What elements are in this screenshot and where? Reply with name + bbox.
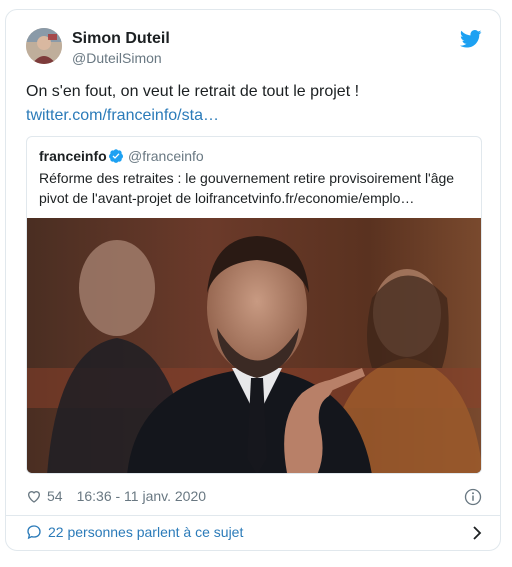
- avatar[interactable]: [26, 28, 62, 64]
- like-count[interactable]: 54: [47, 488, 63, 504]
- quoted-text: Réforme des retraites : le gouvernement …: [39, 170, 455, 206]
- author-name[interactable]: Simon Duteil: [72, 30, 170, 48]
- tweet-card: Simon Duteil @DuteilSimon On s'en fout, …: [5, 9, 501, 551]
- tweet-meta: 54 16:36 - 11 janv. 2020: [26, 488, 206, 504]
- tweet-body: On s'en fout, on veut le retrait de tout…: [26, 83, 360, 100]
- twitter-bird-icon[interactable]: [460, 30, 482, 48]
- speech-bubble-icon: [27, 525, 41, 540]
- quoted-author-name[interactable]: franceinfo: [39, 148, 107, 164]
- quoted-photo[interactable]: [27, 218, 481, 473]
- info-icon[interactable]: [464, 488, 482, 506]
- heart-icon[interactable]: [26, 488, 42, 504]
- conversation-label[interactable]: 22 personnes parlent à ce sujet: [48, 524, 243, 540]
- tweet-text: On s'en fout, on veut le retrait de tout…: [26, 80, 482, 128]
- divider: [6, 515, 500, 516]
- timestamp[interactable]: 16:36 - 11 janv. 2020: [77, 488, 206, 504]
- tweet-link[interactable]: twitter.com/franceinfo/sta…: [26, 104, 482, 128]
- author-handle[interactable]: @DuteilSimon: [72, 50, 162, 66]
- verified-badge-icon: [109, 149, 123, 163]
- chevron-right-icon[interactable]: [472, 526, 482, 540]
- conversation-link[interactable]: 22 personnes parlent à ce sujet: [26, 524, 482, 540]
- quoted-author-handle[interactable]: @franceinfo: [128, 148, 204, 164]
- quoted-tweet[interactable]: franceinfo @franceinfo Réforme des retra…: [26, 136, 482, 474]
